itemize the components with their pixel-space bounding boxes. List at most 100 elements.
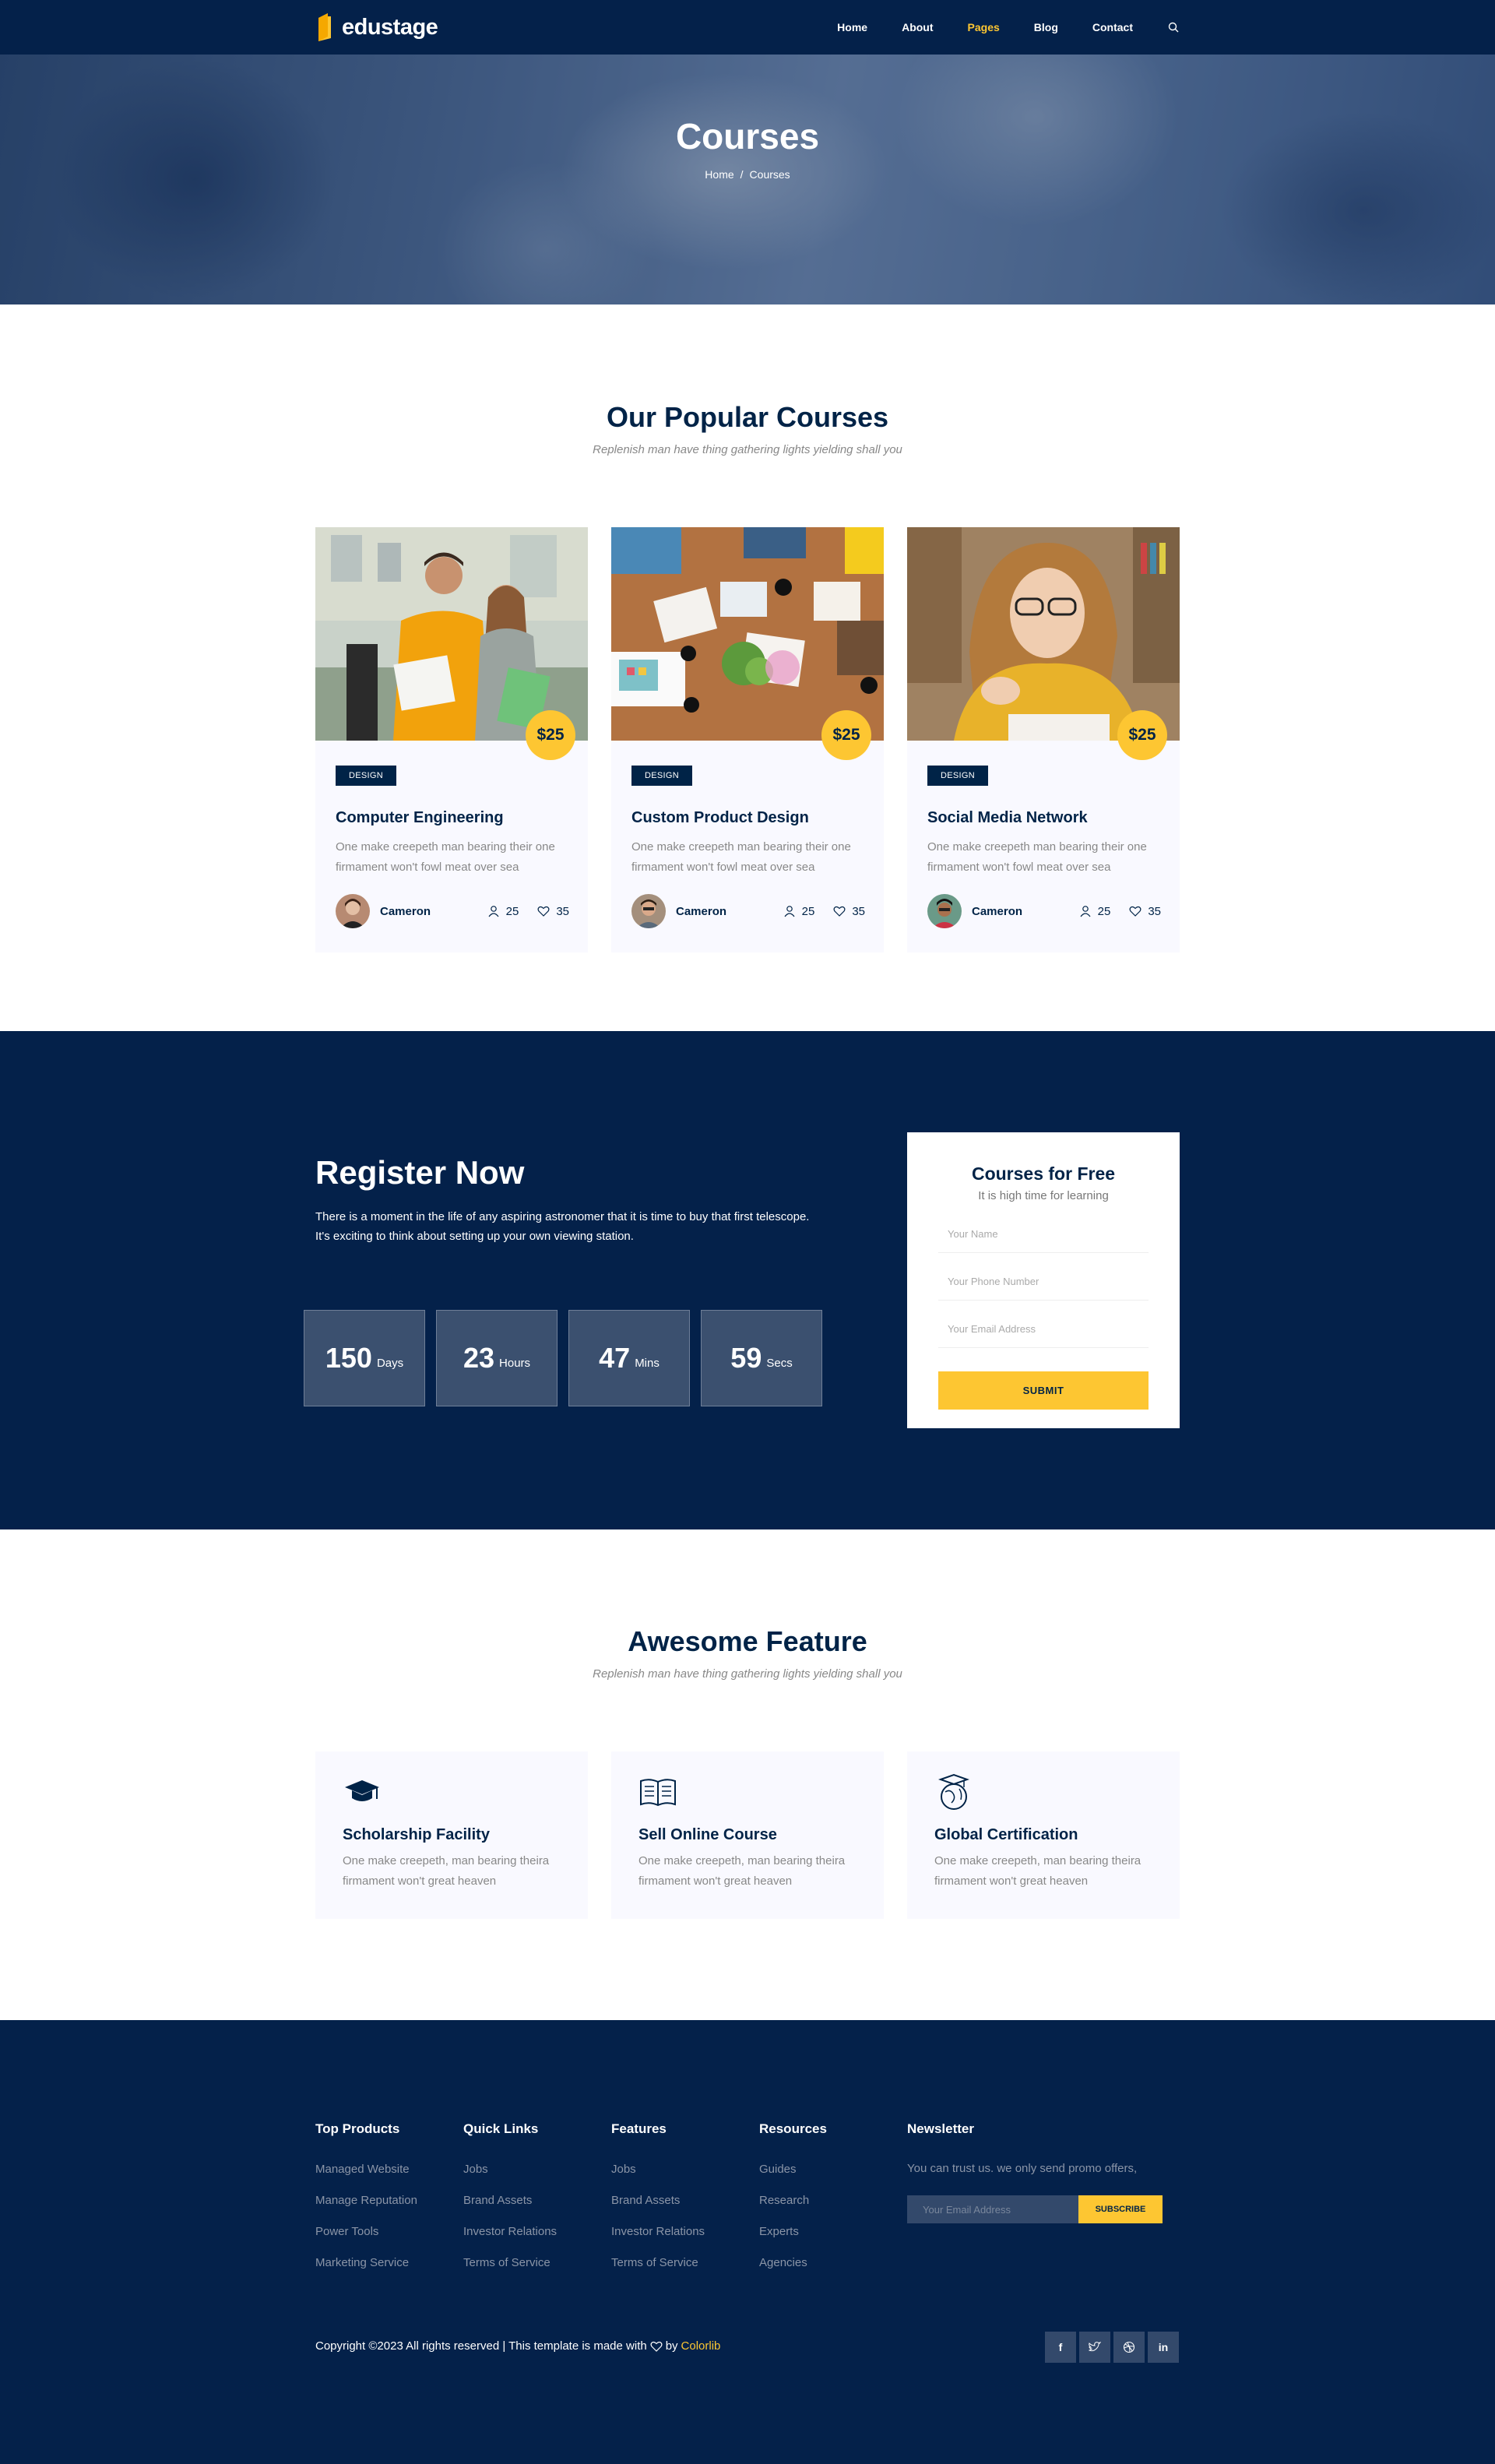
footer-link[interactable]: Brand Assets <box>463 2193 557 2209</box>
feature-card: Sell Online Course One make creepeth, ma… <box>611 1751 884 1919</box>
nav-blog[interactable]: Blog <box>1034 21 1058 33</box>
avatar <box>927 894 962 928</box>
heart-icon <box>1129 906 1141 917</box>
email-field[interactable]: Your Email Address <box>938 1310 1149 1348</box>
countdown-value: 23 <box>463 1342 495 1374</box>
footer-link[interactable]: Investor Relations <box>611 2224 705 2240</box>
search-icon[interactable] <box>1167 21 1180 33</box>
twitter-icon[interactable] <box>1079 2332 1110 2363</box>
footer-col-features: Features Jobs Brand Assets Investor Rela… <box>611 2121 705 2286</box>
course-card[interactable]: $25 DESIGN Social Media Network One make… <box>907 527 1180 952</box>
popular-courses-section: Our Popular Courses Replenish man have t… <box>0 304 1495 1031</box>
countdown-value: 59 <box>730 1342 762 1374</box>
nav-home[interactable]: Home <box>837 21 867 33</box>
category-tag[interactable]: DESIGN <box>927 766 988 786</box>
avatar <box>336 894 370 928</box>
course-title[interactable]: Computer Engineering <box>336 809 504 827</box>
students-count: 25 <box>487 905 519 918</box>
footer-link[interactable]: Agencies <box>759 2255 827 2271</box>
phone-field[interactable]: Your Phone Number <box>938 1262 1149 1301</box>
breadcrumb-separator: / <box>740 168 744 181</box>
course-image <box>907 527 1180 741</box>
footer-link[interactable]: Power Tools <box>315 2224 417 2240</box>
author-name[interactable]: Cameron <box>380 905 431 918</box>
course-image <box>611 527 884 741</box>
students-count: 25 <box>783 905 814 918</box>
category-tag[interactable]: DESIGN <box>631 766 692 786</box>
price-badge: $25 <box>1117 710 1167 760</box>
free-course-form: Courses for Free It is high time for lea… <box>907 1132 1180 1428</box>
countdown-timer: 150 Days 23 Hours 47 Mins 59 Secs <box>304 1310 822 1406</box>
newsletter-text: You can trust us. we only send promo off… <box>907 2162 1138 2175</box>
breadcrumb-home[interactable]: Home <box>705 168 733 181</box>
user-icon <box>784 906 795 917</box>
footer-link[interactable]: Brand Assets <box>611 2193 705 2209</box>
likes-count[interactable]: 35 <box>833 905 865 918</box>
course-card[interactable]: $25 DESIGN Computer Engineering One make… <box>315 527 588 952</box>
feature-card: Global Certification One make creepeth, … <box>907 1751 1180 1919</box>
section-subtitle: Replenish man have thing gathering light… <box>593 443 902 456</box>
students-value: 25 <box>505 904 519 918</box>
course-meta: Cameron 25 35 <box>336 894 569 928</box>
footer-link[interactable]: Managed Website <box>315 2162 417 2177</box>
newsletter-email-input[interactable]: Your Email Address <box>907 2195 1078 2223</box>
name-field[interactable]: Your Name <box>938 1215 1149 1253</box>
heart-icon <box>537 906 550 917</box>
site-header: edustage Home About Pages Blog Contact <box>0 0 1495 55</box>
countdown-days: 150 Days <box>304 1310 425 1406</box>
footer-link[interactable]: Experts <box>759 2224 827 2240</box>
main-nav: Home About Pages Blog Contact <box>837 21 1180 33</box>
countdown-value: 150 <box>325 1342 372 1374</box>
footer-link[interactable]: Manage Reputation <box>315 2193 417 2209</box>
footer-link[interactable]: Marketing Service <box>315 2255 417 2271</box>
colorlib-link[interactable]: Colorlib <box>681 2339 721 2353</box>
breadcrumb-current: Courses <box>749 168 790 181</box>
feature-description: One make creepeth, man bearing theira fi… <box>343 1854 550 1888</box>
footer-link[interactable]: Research <box>759 2193 827 2209</box>
author-name[interactable]: Cameron <box>972 905 1022 918</box>
feature-card: Scholarship Facility One make creepeth, … <box>315 1751 588 1919</box>
footer-col-title: Resources <box>759 2121 827 2136</box>
social-links: f in <box>1045 2332 1179 2363</box>
course-title[interactable]: Custom Product Design <box>631 809 809 827</box>
footer-newsletter: Newsletter You can trust us. we only sen… <box>907 2121 1163 2223</box>
likes-count[interactable]: 35 <box>1129 905 1161 918</box>
feature-description: One make creepeth, man bearing theira fi… <box>934 1854 1141 1888</box>
footer-link[interactable]: Investor Relations <box>463 2224 557 2240</box>
course-description: One make creepeth man bearing their one … <box>631 840 851 874</box>
likes-count[interactable]: 35 <box>537 905 569 918</box>
footer-link[interactable]: Jobs <box>463 2162 557 2177</box>
user-icon <box>488 906 499 917</box>
brand-logo[interactable]: edustage <box>315 13 438 41</box>
linkedin-icon[interactable]: in <box>1148 2332 1179 2363</box>
course-description: One make creepeth man bearing their one … <box>927 840 1147 874</box>
submit-button[interactable]: SUBMIT <box>938 1371 1149 1410</box>
section-title: Our Popular Courses <box>606 401 889 433</box>
category-tag[interactable]: DESIGN <box>336 766 396 786</box>
students-count: 25 <box>1079 905 1110 918</box>
nav-pages[interactable]: Pages <box>968 21 1000 33</box>
course-card[interactable]: $25 DESIGN Custom Product Design One mak… <box>611 527 884 952</box>
nav-contact[interactable]: Contact <box>1092 21 1133 33</box>
footer-link[interactable]: Terms of Service <box>611 2255 705 2271</box>
countdown-mins: 47 Mins <box>568 1310 690 1406</box>
avatar <box>631 894 666 928</box>
subscribe-button[interactable]: SUBSCRIBE <box>1078 2195 1163 2223</box>
footer-link[interactable]: Jobs <box>611 2162 705 2177</box>
site-footer: Top Products Managed Website Manage Repu… <box>0 2020 1495 2464</box>
facebook-icon[interactable]: f <box>1045 2332 1076 2363</box>
globe-graduate-icon <box>937 1773 970 1810</box>
footer-col-title: Newsletter <box>907 2121 974 2136</box>
author-name[interactable]: Cameron <box>676 905 726 918</box>
book-logo-icon <box>318 13 331 41</box>
countdown-value: 47 <box>599 1342 631 1374</box>
dribbble-icon[interactable] <box>1113 2332 1145 2363</box>
nav-about[interactable]: About <box>902 21 933 33</box>
footer-link[interactable]: Terms of Service <box>463 2255 557 2271</box>
course-meta: Cameron 25 35 <box>631 894 865 928</box>
copyright-by: by <box>665 2339 678 2353</box>
likes-value: 35 <box>556 904 569 918</box>
course-title[interactable]: Social Media Network <box>927 809 1088 827</box>
countdown-unit: Hours <box>499 1356 531 1370</box>
footer-link[interactable]: Guides <box>759 2162 827 2177</box>
